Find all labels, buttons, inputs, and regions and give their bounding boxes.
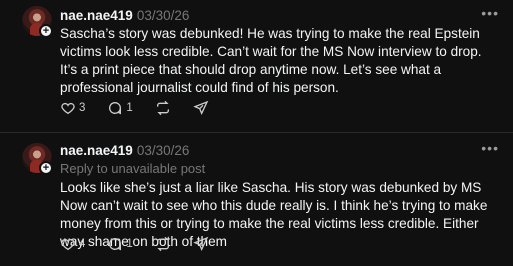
reply-button[interactable]: 1 (107, 100, 133, 116)
username[interactable]: nae.nae419 (60, 8, 133, 23)
repost-button[interactable] (155, 236, 171, 252)
thread-post: + nae.nae419 03/30/26 ••• Sascha’s story … (0, 0, 513, 133)
username[interactable]: nae.nae419 (60, 143, 133, 158)
avatar[interactable]: + (22, 143, 53, 175)
more-options-button[interactable]: ••• (481, 5, 499, 21)
post-actions: 4 1 (60, 236, 209, 252)
heart-icon (61, 102, 75, 115)
send-icon (193, 100, 209, 115)
share-button[interactable] (193, 100, 209, 116)
post-date[interactable]: 03/30/26 (137, 8, 190, 23)
more-options-button[interactable]: ••• (481, 140, 499, 156)
like-button[interactable]: 3 (60, 100, 85, 116)
thread-post: + nae.nae419 03/30/26 ••• Reply to unavai… (0, 133, 513, 266)
ellipsis-icon: ••• (481, 5, 499, 21)
follow-plus-icon[interactable]: + (39, 24, 53, 38)
avatar[interactable]: + (22, 6, 53, 38)
comment-icon (109, 238, 122, 251)
repost-button[interactable] (155, 100, 171, 116)
post-text: Sascha’s story was debunked! He was tryi… (60, 26, 482, 95)
like-count: 3 (79, 102, 86, 114)
like-button[interactable]: 4 (60, 236, 85, 252)
repost-icon (156, 236, 169, 252)
post-header: nae.nae419 03/30/26 (60, 8, 189, 23)
reply-context[interactable]: Reply to unavailable post (60, 161, 205, 176)
post-header: nae.nae419 03/30/26 (60, 143, 189, 158)
post-actions: 3 1 (60, 100, 209, 116)
comment-icon (109, 102, 122, 115)
like-count: 4 (79, 238, 86, 250)
post-date[interactable]: 03/30/26 (137, 143, 190, 158)
ellipsis-icon: ••• (481, 140, 499, 156)
reply-button[interactable]: 1 (107, 236, 133, 252)
heart-icon (61, 238, 75, 251)
reply-count: 1 (126, 102, 133, 114)
follow-plus-icon[interactable]: + (39, 161, 53, 175)
send-icon (193, 236, 209, 251)
repost-icon (156, 100, 169, 116)
share-button[interactable] (193, 236, 209, 252)
reply-count: 1 (126, 238, 133, 250)
